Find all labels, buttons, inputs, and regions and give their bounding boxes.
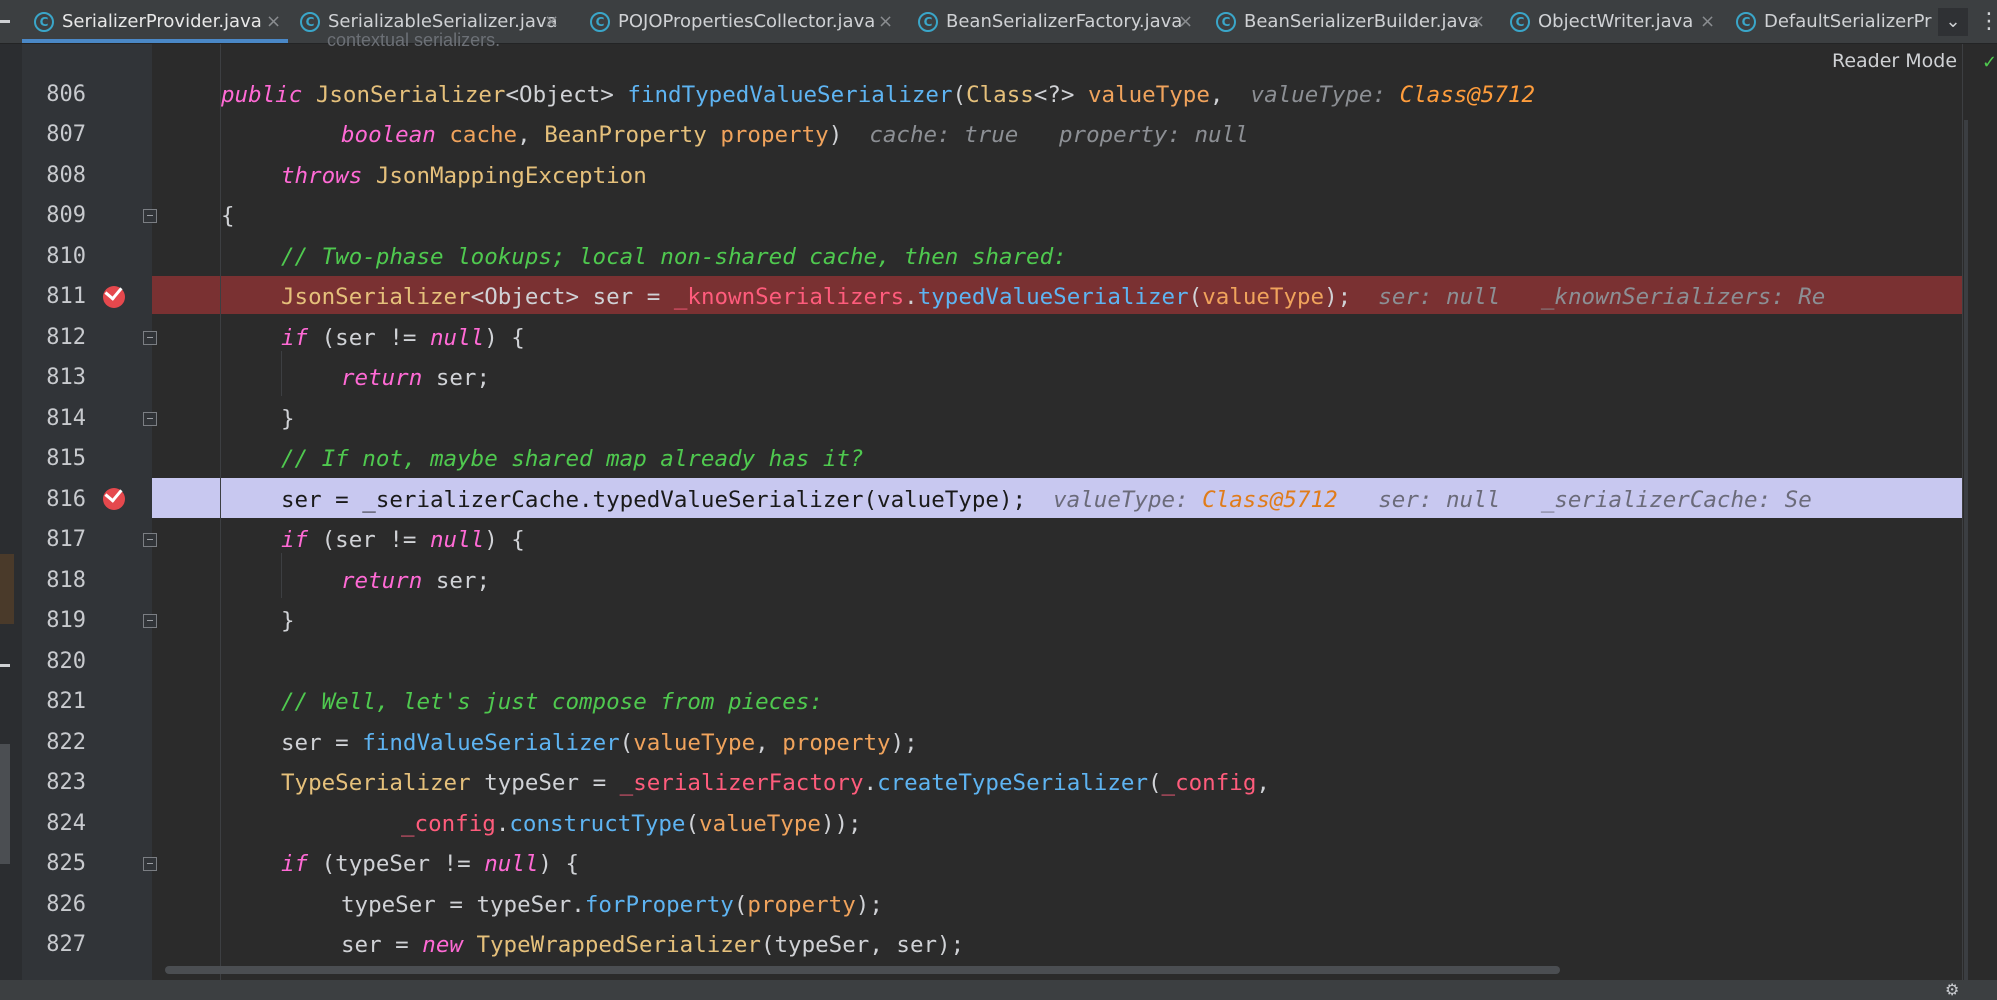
line-number: 816 [46,487,86,512]
tab-beanserializerbuilder[interactable]: C BeanSerializerBuilder.java × [1216,0,1488,44]
tab-beanserializerfactory[interactable]: C BeanSerializerFactory.java × [918,0,1194,44]
tab-label: POJOPropertiesCollector.java [618,11,876,32]
tab-objectwriter[interactable]: C ObjectWriter.java × [1510,0,1715,44]
class-icon: C [34,12,54,32]
class-icon: C [1510,12,1530,32]
tab-label: DefaultSerializerPro [1764,11,1932,32]
active-tab-indicator [22,39,288,43]
fold-icon[interactable] [143,412,157,426]
line-number: 819 [46,608,86,633]
code-line-826[interactable]: typeSer = typeSer.forProperty(property); [341,885,883,925]
code-line-827[interactable]: ser = new TypeWrappedSerializer(typeSer,… [341,925,964,965]
class-icon: C [300,12,320,32]
line-number: 807 [46,122,86,147]
tab-pojopropertiescollector[interactable]: C POJOPropertiesCollector.java × [590,0,896,44]
class-icon: C [1216,12,1236,32]
check-icon: ✓ [1982,52,1997,73]
code-line-806[interactable]: public JsonSerializer<Object> findTypedV… [221,75,1535,115]
line-number: 827 [46,932,86,957]
line-number: 817 [46,527,86,552]
code-line-807[interactable]: boolean cache, BeanProperty property) ca… [341,115,1249,155]
code-line-810[interactable]: // Two-phase lookups; local non-shared c… [281,237,1067,277]
line-number: 810 [46,244,86,269]
close-icon[interactable]: × [1470,0,1485,44]
line-number: 825 [46,851,86,876]
gear-icon[interactable]: ⚙ [1945,982,1959,998]
line-number: 813 [46,365,86,390]
right-tool-strip [1962,44,1997,980]
code-line-808[interactable]: throws JsonMappingException [281,156,647,196]
tab-label: BeanSerializerFactory.java [946,11,1183,32]
code-line-823[interactable]: TypeSerializer typeSer = _serializerFact… [281,763,1270,803]
tab-label: ObjectWriter.java [1538,11,1694,32]
code-line-809[interactable]: { [221,196,235,236]
fold-icon[interactable] [143,614,157,628]
line-number: 809 [46,203,86,228]
indent-guide [220,44,221,980]
fold-icon[interactable] [143,533,157,547]
line-number: 812 [46,325,86,350]
code-line-816[interactable]: ser = _serializerCache.typedValueSeriali… [281,480,1812,520]
left-tool-strip [0,44,23,980]
line-number: 814 [46,406,86,431]
code-line-812[interactable]: if (ser != null) { [281,318,525,358]
code-line-822[interactable]: ser = findValueSerializer(valueType, pro… [281,723,918,763]
code-line-814[interactable]: } [281,399,295,439]
class-icon: C [918,12,938,32]
scroll-marker [0,744,10,864]
close-icon[interactable]: × [544,0,559,44]
tab-serializerprovider[interactable]: C SerializerProvider.java × [34,0,288,44]
tab-defaultserializerprovider[interactable]: C DefaultSerializerPro [1736,0,1932,44]
line-number: 806 [46,82,86,107]
chevron-down-icon[interactable]: ⌄ [1938,8,1968,36]
tab-label: BeanSerializerBuilder.java [1244,11,1480,32]
breakpoint-icon[interactable] [103,282,125,308]
code-line-813[interactable]: return ser; [341,358,490,398]
close-icon[interactable]: × [878,0,893,44]
fold-icon[interactable] [143,857,157,871]
line-number: 808 [46,163,86,188]
close-icon[interactable]: × [1178,0,1193,44]
kebab-icon[interactable]: ⋮ [1978,8,1997,36]
editor-tab-bar: C SerializerProvider.java × C Serializab… [0,0,1997,44]
code-line-824[interactable]: _config.constructType(valueType)); [401,804,862,844]
line-number: 815 [46,446,86,471]
code-line-825[interactable]: if (typeSer != null) { [281,844,579,884]
collapse-marker [0,20,10,23]
collapse-marker [0,664,10,667]
horizontal-scrollbar[interactable] [165,966,1560,974]
class-icon: C [1736,12,1756,32]
tab-label: SerializerProvider.java [62,11,262,32]
line-number: 824 [46,811,86,836]
line-number: 823 [46,770,86,795]
code-line-819[interactable]: } [281,601,295,641]
class-icon: C [590,12,610,32]
code-line-818[interactable]: return ser; [341,561,490,601]
code-line-821[interactable]: // Well, let's just compose from pieces: [281,682,823,722]
doc-comment-fragment: contextual serializers. [327,30,501,50]
line-number: 822 [46,730,86,755]
line-number: 820 [46,649,86,674]
breakpoint-icon[interactable] [103,484,125,510]
code-line-815[interactable]: // If not, maybe shared map already has … [281,439,863,479]
code-line-817[interactable]: if (ser != null) { [281,520,525,560]
reader-mode-button[interactable]: Reader Mode [1832,50,1957,72]
status-bar [0,980,1997,1000]
scroll-marker [0,554,14,624]
line-number: 818 [46,568,86,593]
close-icon[interactable]: × [1700,0,1715,44]
close-icon[interactable]: × [266,0,281,44]
line-number: 826 [46,892,86,917]
line-number: 811 [46,284,86,309]
fold-icon[interactable] [143,209,157,223]
line-number: 821 [46,689,86,714]
editor-scrollbar[interactable] [1964,120,1968,980]
code-line-811[interactable]: JsonSerializer<Object> ser = _knownSeria… [281,277,1825,317]
fold-icon[interactable] [143,331,157,345]
